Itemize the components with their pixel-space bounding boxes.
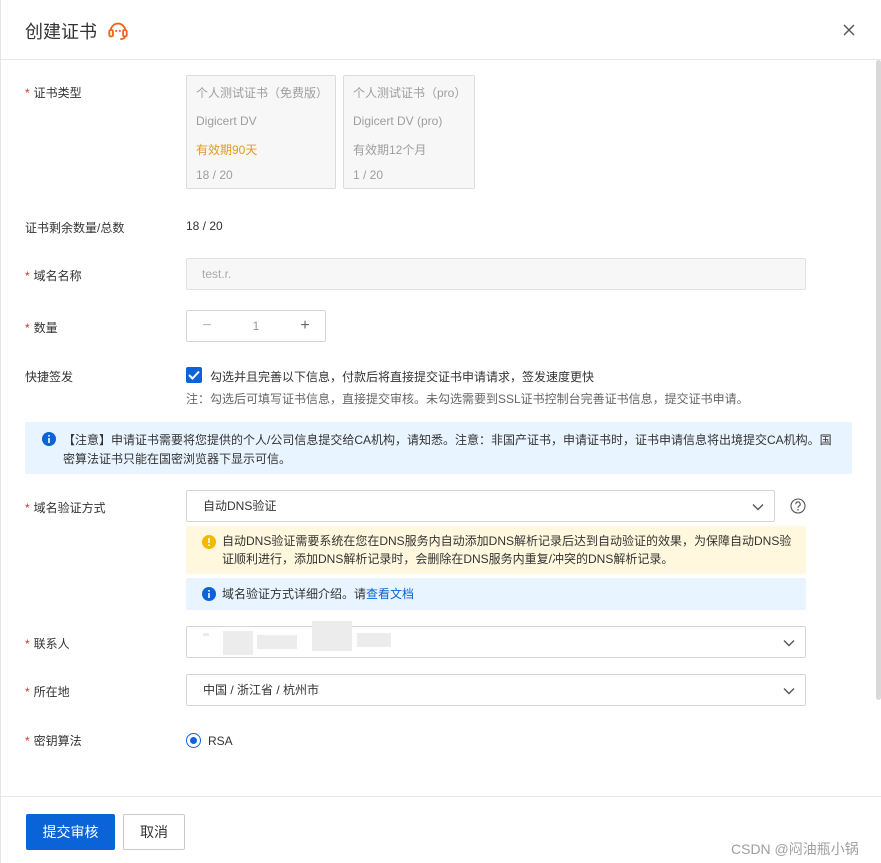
cert-type-label: * 证书类型 [25, 86, 82, 100]
cert-card-pro[interactable]: 个人测试证书（pro） Digicert DV (pro) 有效期12个月 1 … [343, 75, 475, 189]
view-docs-link[interactable]: 查看文档 [366, 587, 414, 601]
help-icon[interactable] [790, 498, 806, 514]
warning-icon [202, 535, 216, 549]
cert-card-product: Digicert DV (pro) [353, 114, 443, 128]
verify-method-value: 自动DNS验证 [203, 499, 277, 513]
cert-card-free[interactable]: 个人测试证书（免费版） Digicert DV 有效期90天 18 / 20 [186, 75, 336, 189]
notice-text: 【注意】申请证书需要将您提供的个人/公司信息提交给CA机构，请知悉。注意：非国产… [63, 433, 832, 466]
dialog-title: 创建证书 [25, 22, 97, 42]
blurred-contact [223, 631, 253, 655]
submit-button[interactable]: 提交审核 [26, 814, 115, 850]
warning-text: 自动DNS验证需要系统在您在DNS服务内自动添加DNS解析记录后达到自动验证的效… [222, 534, 792, 566]
blurred-contact [203, 633, 209, 636]
doc-text: 域名验证方式详细介绍。请查看文档 [222, 587, 415, 601]
cert-card-name: 个人测试证书（pro） [353, 86, 467, 100]
dialog-footer: 提交审核 取消 CSDN @闷油瓶小锅 [1, 796, 881, 863]
location-value: 中国 / 浙江省 / 杭州市 [203, 683, 320, 697]
domain-input[interactable]: test.r. [186, 258, 806, 290]
chevron-down-icon [783, 688, 795, 695]
cancel-button[interactable]: 取消 [123, 814, 185, 850]
close-icon[interactable] [839, 20, 859, 40]
watermark: CSDN @闷油瓶小锅 [731, 841, 859, 857]
algorithm-label: * 密钥算法 [25, 734, 82, 748]
verify-method-label: * 域名验证方式 [25, 501, 106, 515]
increment-button[interactable]: + [291, 311, 319, 341]
check-icon [188, 370, 200, 380]
rsa-label[interactable]: RSA [208, 734, 233, 748]
location-label: * 所在地 [25, 685, 70, 699]
chevron-down-icon [752, 504, 764, 511]
quantity-value[interactable]: 1 [227, 311, 285, 341]
cert-card-count: 1 / 20 [353, 168, 384, 182]
dialog-header: 创建证书 [1, 0, 881, 60]
location-select[interactable]: 中国 / 浙江省 / 杭州市 [186, 674, 806, 706]
rsa-radio[interactable] [186, 733, 201, 748]
blurred-contact [312, 621, 352, 651]
blurred-contact [257, 635, 297, 649]
headset-icon[interactable] [107, 19, 129, 41]
cert-card-count: 18 / 20 [196, 168, 233, 182]
doc-banner: 域名验证方式详细介绍。请查看文档 [186, 578, 806, 610]
create-cert-dialog: 创建证书 * 证书类型 个人测试证书（免费版） Digicert DV 有效期90… [0, 0, 881, 863]
chevron-down-icon [783, 640, 795, 647]
notice-banner: 【注意】申请证书需要将您提供的个人/公司信息提交给CA机构，请知悉。注意：非国产… [25, 422, 852, 474]
cert-card-validity: 有效期90天 [196, 143, 258, 157]
cert-card-name: 个人测试证书（免费版） [196, 86, 329, 100]
remaining-label: 证书剩余数量/总数 [25, 221, 125, 235]
quick-issue-text: 勾选并且完善以下信息，付款后将直接提交证书申请请求，签发速度更快 [210, 370, 595, 384]
decrement-button[interactable]: − [193, 311, 221, 341]
blurred-contact [357, 633, 391, 647]
contact-label: * 联系人 [25, 637, 70, 651]
quantity-stepper: − 1 + [186, 310, 326, 342]
verify-method-select[interactable]: 自动DNS验证 [186, 490, 775, 522]
cert-card-validity: 有效期12个月 [353, 143, 427, 157]
contact-select[interactable] [186, 621, 806, 658]
info-icon [202, 587, 216, 601]
remaining-value: 18 / 20 [186, 219, 223, 233]
domain-label: * 域名名称 [25, 269, 82, 283]
warning-banner: 自动DNS验证需要系统在您在DNS服务内自动添加DNS解析记录后达到自动验证的效… [186, 526, 806, 574]
cert-card-product: Digicert DV [196, 114, 257, 128]
info-icon [42, 432, 56, 446]
quick-issue-note: 注：勾选后可填写证书信息，直接提交审核。未勾选需要到SSL证书控制台完善证书信息… [186, 392, 749, 406]
radio-dot [190, 737, 197, 744]
quick-issue-checkbox[interactable] [186, 367, 202, 383]
quick-issue-label: 快捷签发 [25, 370, 74, 384]
scrollbar[interactable] [876, 60, 881, 700]
quantity-label: * 数量 [25, 321, 58, 335]
